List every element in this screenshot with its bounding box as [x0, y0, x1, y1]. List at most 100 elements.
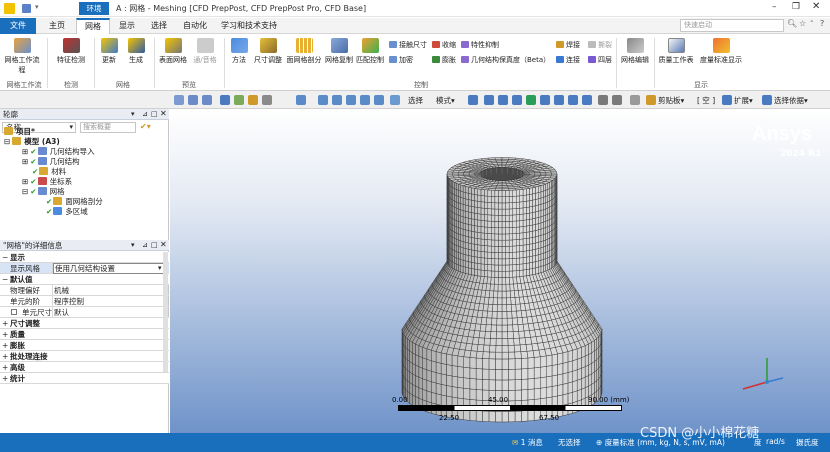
tab-learning[interactable]: 学习和技术支持 [218, 18, 280, 34]
zoom-icon[interactable] [332, 95, 342, 105]
minimize-icon[interactable]: – [772, 2, 777, 12]
details-section-row[interactable]: − 默认值 [0, 274, 169, 285]
select-face-icon[interactable] [498, 95, 508, 105]
search-icon[interactable]: 🔍︎ [787, 19, 797, 28]
tree-item-coordinate-systems[interactable]: ⊞ ✔ 坐标系 [22, 177, 72, 187]
expand-toggle-icon[interactable]: + [2, 351, 8, 362]
details-value[interactable]: 默认 [54, 307, 69, 318]
contextual-tab-environment[interactable]: 环境 [79, 2, 109, 15]
select-extend-icon[interactable] [568, 95, 578, 105]
feature-suppress-item[interactable]: 特性抑制 [461, 40, 499, 50]
clipboard-icon[interactable] [646, 95, 656, 105]
details-scrollbar[interactable] [163, 252, 168, 372]
contact-sizing-item[interactable]: 接触尺寸 [389, 40, 427, 50]
inflation-item[interactable]: 膨胀 [432, 55, 456, 65]
details-section-row[interactable]: − 显示 [0, 252, 169, 263]
zoom-box-icon[interactable] [188, 95, 198, 105]
metric-display-button[interactable]: 度量标准显示 [698, 38, 744, 65]
pan-icon[interactable] [248, 95, 258, 105]
select-edge-icon[interactable] [484, 95, 494, 105]
magnifier-icon[interactable] [374, 95, 384, 105]
collapse-ribbon-icon[interactable]: ˄ [810, 20, 814, 28]
outline-close-icon[interactable]: ✕ [160, 109, 167, 118]
details-section-row[interactable]: + 高级 [0, 362, 169, 373]
expand-toggle-icon[interactable]: + [2, 329, 8, 340]
select-by-dropdown[interactable]: 选择依据▾ [774, 95, 808, 106]
outline-float-icon[interactable]: □ [151, 110, 158, 118]
expand-toggle-icon[interactable]: − [2, 252, 8, 263]
expand-toggle-icon[interactable]: − [2, 274, 8, 285]
details-property-row[interactable]: 显示风格 使用几何结构设置 ▾ [0, 263, 169, 274]
tree-item-project[interactable]: 项目* [4, 127, 35, 137]
tab-automation[interactable]: 自动化 [176, 18, 214, 34]
tab-mesh[interactable]: 网格 [76, 18, 110, 35]
details-property-row[interactable]: 单元的阶 程序控制 [0, 296, 169, 307]
tab-home[interactable]: 主页 [40, 18, 74, 34]
select-mesh-icon[interactable] [554, 95, 564, 105]
select-element-icon[interactable] [526, 95, 536, 105]
details-section-row[interactable]: + 质量 [0, 329, 169, 340]
favorite-icon[interactable]: ☆ [799, 19, 806, 28]
mesh-edit-button[interactable]: 网格编辑 [619, 38, 651, 65]
details-section-row[interactable]: + 膨胀 [0, 340, 169, 351]
refinement-item[interactable]: 加密 [389, 55, 413, 65]
zoom-all-icon[interactable] [360, 95, 370, 105]
dropdown-arrow-icon[interactable]: ▾ [158, 263, 162, 274]
details-pin-icon[interactable]: ▾ [131, 241, 135, 249]
generate-button[interactable]: 生成 [124, 38, 148, 65]
details-value[interactable]: 程序控制 [54, 296, 84, 307]
quick-access-dropdown-icon[interactable]: ▾ [35, 3, 39, 11]
details-value[interactable]: 使用几何结构设置 [53, 263, 167, 274]
outline-search-input[interactable]: 搜索概要 [80, 122, 136, 133]
sizing-button[interactable]: 尺寸调整 [252, 38, 284, 65]
expand-toggle-icon[interactable]: + [2, 362, 8, 373]
mesh-copy-button[interactable]: 网格复制 [324, 38, 354, 65]
tree-item-materials[interactable]: ✔ 材料 [32, 167, 66, 177]
outline-pin-icon[interactable]: ▾ [131, 110, 135, 118]
element-size-checkbox[interactable] [11, 309, 17, 315]
extend-icon[interactable] [722, 95, 732, 105]
method-button[interactable]: 方法 [228, 38, 250, 65]
mesh-model[interactable] [170, 109, 830, 433]
restore-icon[interactable]: ❐ [792, 2, 800, 12]
rotate-icon[interactable] [296, 95, 306, 105]
select-by-icon[interactable] [762, 95, 772, 105]
details-section-row[interactable]: + 批处理连接 [0, 351, 169, 362]
update-button[interactable]: 更新 [98, 38, 120, 65]
connect-item[interactable]: 连接 [556, 55, 580, 65]
pass-mesh-button[interactable]: 通/音格 [190, 38, 220, 65]
messages-status[interactable]: ✉ 1 消息 [512, 437, 543, 448]
expand-toggle-icon[interactable]: + [2, 340, 8, 351]
surface-mesh-button[interactable]: 表面网格 [158, 38, 188, 65]
details-property-row[interactable]: 单元尺寸 默认 [0, 307, 169, 318]
tear-item[interactable]: 撕裂 [588, 40, 612, 50]
tree-item-geometry-import[interactable]: ⊞ ✔ 几何结构导入 [22, 147, 95, 157]
geometry-fidelity-item[interactable]: 几何结构保真度（Beta） [461, 55, 550, 65]
close-icon[interactable]: ✕ [812, 1, 820, 12]
details-section-row[interactable]: + 统计 [0, 373, 169, 384]
quality-worksheet-button[interactable]: 质量工作表 [656, 38, 696, 65]
zoom-in-icon[interactable] [202, 95, 212, 105]
tree-item-mesh[interactable]: ⊟ ✔ 网格 [22, 187, 65, 197]
quick-launch-input[interactable]: 快速启动 [680, 19, 784, 32]
select-node-icon[interactable] [540, 95, 550, 105]
details-close-icon[interactable]: ✕ [160, 240, 167, 249]
tab-display[interactable]: 显示 [112, 18, 142, 34]
zoom-fit-icon[interactable] [174, 95, 184, 105]
quad-layer-item[interactable]: 四层 [588, 55, 612, 65]
tab-selection[interactable]: 选择 [144, 18, 174, 34]
details-float-icon[interactable]: □ [151, 241, 158, 249]
weld-item[interactable]: 焊接 [556, 40, 580, 50]
pinch-item[interactable]: 收缩 [432, 40, 456, 50]
outline-filter-icon[interactable]: ✔▾ [140, 122, 151, 131]
look-at-icon[interactable] [262, 95, 272, 105]
expand-toggle-icon[interactable]: + [2, 318, 8, 329]
outline-autohide-icon[interactable]: ⊿ [142, 110, 148, 118]
help-icon[interactable]: ? [820, 19, 824, 28]
tree-item-multizone[interactable]: ✔ 多区域 [46, 207, 88, 217]
clipboard-dropdown[interactable]: 剪贴板▾ [658, 95, 684, 106]
tab-file[interactable]: 文件 [0, 18, 36, 34]
details-autohide-icon[interactable]: ⊿ [142, 241, 148, 249]
rotate-view-icon[interactable] [234, 95, 244, 105]
tree-item-geometry[interactable]: ⊞ ✔ 几何结构 [22, 157, 80, 167]
